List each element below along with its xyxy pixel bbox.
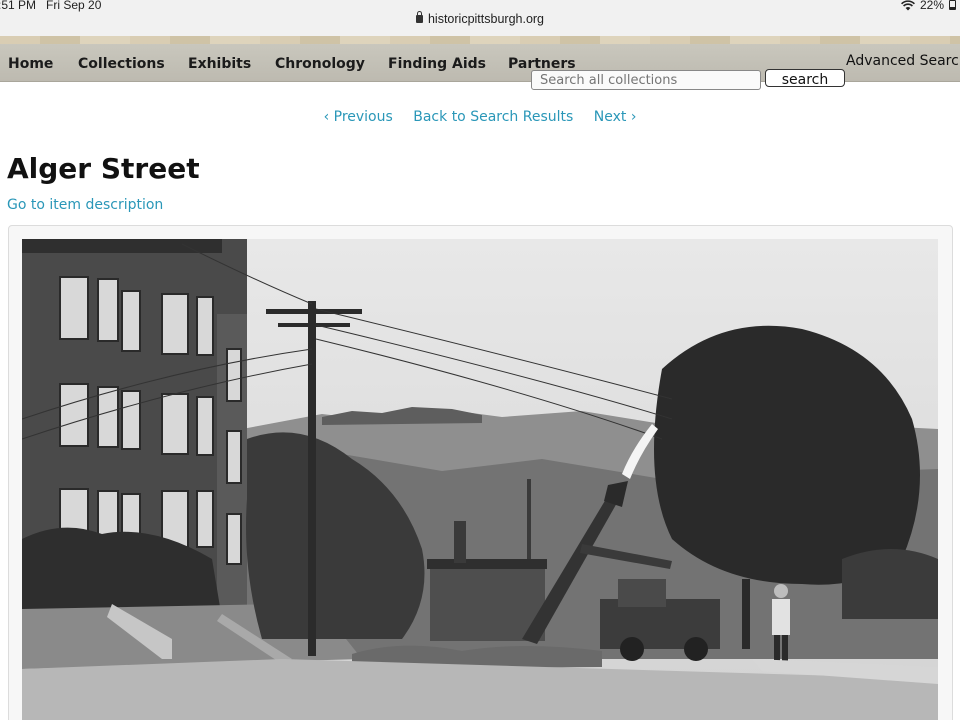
- nav-home[interactable]: Home: [8, 56, 53, 72]
- nav-exhibits[interactable]: Exhibits: [188, 56, 251, 72]
- status-bar: :51 PM Fri Sep 20 historicpittsburgh.org…: [0, 0, 960, 40]
- battery-fill: [950, 7, 955, 9]
- nav-collections[interactable]: Collections: [78, 56, 165, 72]
- previous-link[interactable]: ‹ Previous: [324, 109, 393, 125]
- battery-icon: [949, 0, 956, 10]
- main-nav: Home Collections Exhibits Chronology Fin…: [0, 44, 960, 90]
- search-input[interactable]: [531, 70, 761, 90]
- advanced-search-link[interactable]: Advanced Search: [846, 53, 960, 69]
- nav-chronology[interactable]: Chronology: [275, 56, 365, 72]
- status-indicators: 22%: [901, 0, 956, 12]
- lock-icon: [415, 11, 423, 23]
- back-to-results-link[interactable]: Back to Search Results: [413, 109, 573, 125]
- search-button[interactable]: search: [765, 69, 845, 87]
- header-map-banner: [0, 36, 960, 44]
- item-description-link[interactable]: Go to item description: [7, 197, 163, 213]
- battery-percent: 22%: [919, 0, 944, 12]
- address-bar[interactable]: historicpittsburgh.org: [0, 11, 960, 26]
- nav-finding-aids[interactable]: Finding Aids: [388, 56, 486, 72]
- historic-photo[interactable]: [22, 239, 938, 720]
- result-pager: ‹ Previous Back to Search Results Next ›: [0, 109, 960, 125]
- next-link[interactable]: Next ›: [594, 109, 637, 125]
- wifi-icon: [901, 0, 915, 10]
- status-time: :51 PM Fri Sep 20: [0, 0, 102, 12]
- page-title: Alger Street: [7, 152, 200, 185]
- url-text: historicpittsburgh.org: [427, 12, 545, 26]
